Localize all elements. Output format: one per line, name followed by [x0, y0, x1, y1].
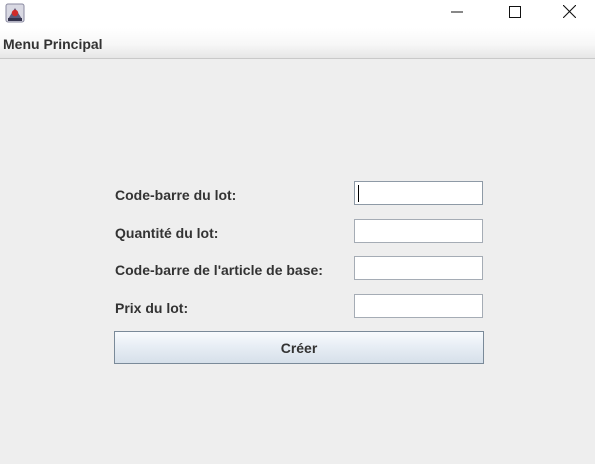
quantity-label: Quantité du lot: — [115, 225, 219, 241]
barcode-lot-label: Code-barre du lot: — [115, 187, 237, 203]
barcode-lot-field[interactable] — [354, 181, 483, 205]
close-button[interactable] — [544, 0, 595, 28]
base-item-barcode-label: Code-barre de l'article de base: — [115, 262, 323, 278]
maximize-icon — [509, 5, 521, 23]
minimize-button[interactable] — [428, 0, 486, 28]
quantity-field[interactable] — [354, 219, 483, 243]
menu-principal[interactable]: Menu Principal — [3, 36, 103, 52]
maximize-button[interactable] — [486, 0, 544, 28]
text-caret — [358, 185, 359, 202]
close-icon — [562, 4, 577, 23]
price-label: Prix du lot: — [115, 300, 189, 316]
menu-bar: Menu Principal — [0, 28, 595, 59]
java-app-icon — [5, 3, 25, 23]
base-item-barcode-field[interactable] — [354, 256, 483, 280]
application-window: Menu Principal Code-barre du lot: Quanti… — [0, 0, 595, 464]
title-bar[interactable] — [0, 0, 595, 28]
minimize-icon — [451, 5, 463, 23]
price-field[interactable] — [354, 294, 483, 318]
create-button[interactable]: Créer — [114, 331, 484, 364]
